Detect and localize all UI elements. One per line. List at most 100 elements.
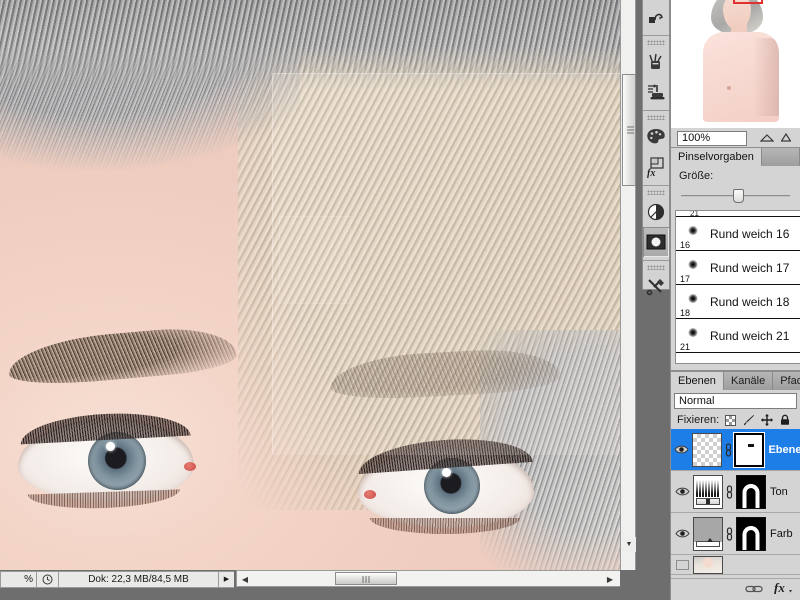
blend-mode-select[interactable]: Normal bbox=[674, 393, 797, 409]
adjustment-tool-button[interactable] bbox=[643, 197, 669, 227]
status-menu-button[interactable]: ▶ bbox=[218, 570, 234, 588]
lock-transparency-icon[interactable] bbox=[724, 414, 737, 427]
panel-grip-icon bbox=[647, 115, 665, 120]
art-history-brush-tool-button[interactable] bbox=[643, 47, 669, 77]
layer-mask-thumbnail[interactable] bbox=[736, 516, 766, 551]
zoom-slider-thumb-icon[interactable] bbox=[760, 134, 775, 142]
brush-preset-label: Rund weich 21 bbox=[710, 328, 790, 343]
tab-pinselvorgaben[interactable]: Pinselvorgaben bbox=[671, 148, 762, 166]
tab-label: Ebenen bbox=[678, 375, 716, 387]
adjustment-layer-thumbnail[interactable] bbox=[693, 474, 723, 509]
slider-knob[interactable] bbox=[733, 189, 745, 203]
layer-visibility-toggle[interactable] bbox=[671, 486, 693, 497]
eye-icon bbox=[674, 445, 689, 454]
navigator-zoom-input[interactable]: 100% bbox=[677, 130, 747, 146]
eye-off-icon bbox=[675, 559, 689, 570]
image-canvas[interactable] bbox=[0, 0, 628, 570]
eye-glint-left bbox=[106, 442, 115, 451]
zoom-level-field[interactable]: % bbox=[0, 570, 36, 588]
layer-visibility-toggle[interactable] bbox=[671, 528, 693, 539]
triangle-right-icon: ▶ bbox=[223, 576, 230, 583]
levels-slider-icon bbox=[696, 497, 720, 505]
lock-position-move-icon[interactable] bbox=[760, 414, 773, 427]
brush-preset-label: Rund weich 18 bbox=[710, 294, 790, 309]
document-timing-icon-cell[interactable] bbox=[36, 570, 58, 588]
tab-ebenen[interactable]: Ebenen bbox=[671, 372, 724, 390]
chain-link-icon bbox=[725, 442, 731, 457]
layer-visibility-toggle[interactable] bbox=[671, 559, 693, 570]
clone-stamp-tool-button[interactable] bbox=[643, 77, 669, 107]
layer-mask-thumbnail[interactable] bbox=[736, 474, 766, 509]
canvas-vertical-scrollbar[interactable]: ▼ bbox=[620, 0, 636, 570]
tab-pfade[interactable]: Pfade bbox=[773, 372, 800, 390]
history-brush-tool-button[interactable] bbox=[643, 2, 669, 32]
stamp-icon bbox=[648, 84, 665, 100]
layer-mask-link-icon[interactable] bbox=[722, 442, 734, 457]
layer-row[interactable]: Farb bbox=[671, 513, 800, 555]
brush-preset-item[interactable]: 16 Rund weich 16 bbox=[676, 217, 800, 251]
soft-round-brush-icon bbox=[688, 225, 698, 235]
layer-styles-tool-button[interactable]: fx bbox=[643, 152, 669, 182]
padlock-icon bbox=[780, 414, 789, 425]
quick-mask-tool-button[interactable] bbox=[643, 227, 669, 257]
brush-preset-list[interactable]: 21 16 Rund weich 16 17 Rund weich 17 18 … bbox=[675, 210, 800, 364]
navigator-view-box bbox=[733, 0, 763, 4]
navigator-preview-image[interactable] bbox=[671, 0, 800, 128]
brush-preset-item[interactable]: 17 Rund weich 17 bbox=[676, 251, 800, 285]
layer-thumbnail[interactable] bbox=[692, 432, 723, 467]
tab-brush-secondary[interactable] bbox=[761, 148, 800, 166]
layer-visibility-toggle[interactable] bbox=[671, 444, 692, 455]
background-layer-thumbnail[interactable] bbox=[693, 555, 723, 574]
tab-kanaele[interactable]: Kanäle bbox=[723, 372, 774, 390]
tool-presets-button[interactable] bbox=[643, 272, 669, 302]
brush-preset-item[interactable]: 21 Rund weich 21 bbox=[676, 319, 800, 353]
navigator-zoom-slider[interactable] bbox=[747, 133, 800, 143]
lock-pixels-brush-icon[interactable] bbox=[742, 414, 755, 427]
half-circle-icon bbox=[647, 203, 665, 221]
brush-presets-panel: Pinselvorgaben Größe: 21 16 Rund weich 1… bbox=[670, 148, 800, 370]
brush-size-slider[interactable] bbox=[681, 189, 790, 203]
layer-name: Ton bbox=[770, 485, 788, 498]
lock-controls-row: Fixieren: bbox=[671, 411, 800, 429]
fx-icon: fx bbox=[774, 580, 792, 595]
panel-grip-icon bbox=[647, 265, 665, 270]
vertical-scrollbar-thumb[interactable] bbox=[622, 74, 636, 186]
layer-list[interactable]: Ebene Ton Farb bbox=[671, 429, 800, 578]
background-photo-preview bbox=[694, 556, 722, 573]
tool-options-strip[interactable]: fx bbox=[642, 0, 670, 296]
layer-style-fx-icon[interactable]: fx bbox=[773, 580, 793, 599]
brush-size-label: Größe: bbox=[679, 170, 714, 182]
layer-mask-thumbnail[interactable] bbox=[733, 431, 766, 468]
soft-round-brush-icon bbox=[688, 259, 698, 269]
link-layers-icon[interactable] bbox=[745, 581, 763, 599]
fill-layer-thumbnail[interactable] bbox=[693, 516, 723, 551]
lock-all-padlock-icon[interactable] bbox=[778, 414, 791, 427]
brush-preview: 18 bbox=[676, 285, 710, 319]
layer-overlay-rectangle bbox=[272, 73, 620, 455]
navigator-detail-mark bbox=[727, 86, 731, 90]
zoom-in-mountain-icon[interactable] bbox=[780, 133, 791, 142]
layer-row[interactable]: Ton bbox=[671, 471, 800, 513]
navigator-panel[interactable] bbox=[670, 0, 800, 128]
brush-size-value: 21 bbox=[680, 341, 691, 352]
palette-tool-button[interactable] bbox=[643, 122, 669, 152]
tab-label: Kanäle bbox=[730, 375, 766, 387]
right-panel-dock: 100% Pinselvorgaben Größe: 21 16 Rund we… bbox=[670, 0, 800, 600]
layer-mask-link-icon[interactable] bbox=[723, 484, 736, 499]
zoom-level-value: % bbox=[24, 573, 33, 585]
scroll-down-button[interactable]: ▼ bbox=[622, 537, 636, 552]
brush-size-value: 16 bbox=[680, 239, 691, 250]
tool-group-styles: fx bbox=[643, 111, 669, 186]
layer-mask-link-icon[interactable] bbox=[723, 526, 736, 541]
layer-row[interactable]: Ebene bbox=[671, 429, 800, 471]
eye-icon bbox=[674, 487, 690, 496]
layer-row[interactable] bbox=[671, 555, 800, 575]
move-cross-icon bbox=[760, 414, 773, 426]
navigator-controls: 100% bbox=[670, 128, 800, 148]
tab-label: Pfade bbox=[780, 375, 800, 387]
brush-size-value: 18 bbox=[680, 307, 691, 318]
soft-round-brush-icon bbox=[688, 327, 698, 337]
photo-woman-face bbox=[0, 0, 628, 570]
brush-size-value: 17 bbox=[680, 273, 691, 284]
brush-preset-item[interactable]: 18 Rund weich 18 bbox=[676, 285, 800, 319]
